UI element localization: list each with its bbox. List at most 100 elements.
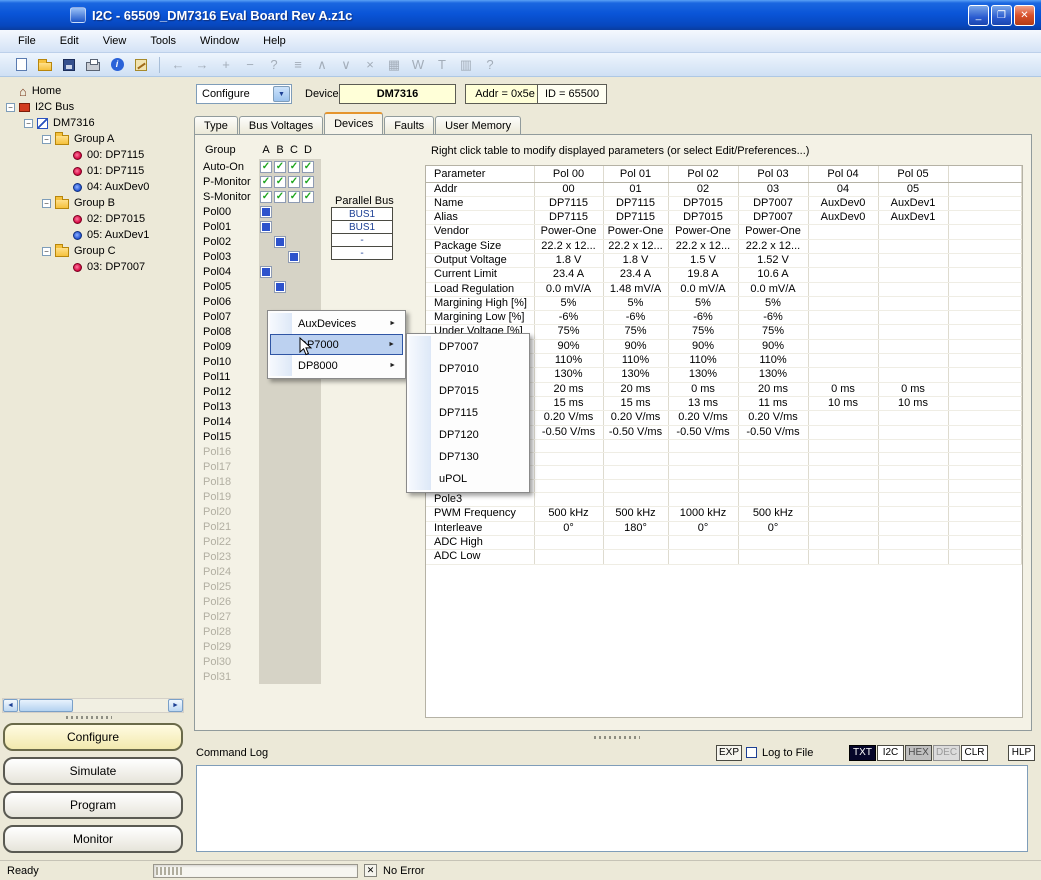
checkbox-checked[interactable]: ✓ <box>288 176 300 188</box>
log-splitter-handle[interactable] <box>594 736 640 739</box>
remove-item-button[interactable]: − <box>239 55 261 75</box>
bus-empty-cell[interactable] <box>301 295 315 309</box>
bus-empty-cell[interactable] <box>287 505 301 519</box>
context-menu-item-dp8000[interactable]: DP8000► <box>270 355 403 376</box>
parallel-bus-slot[interactable]: - <box>331 246 393 260</box>
bus-empty-cell[interactable] <box>273 655 287 669</box>
table-row[interactable]: AliasDP7115DP7115DP7015DP7007AuxDev0AuxD… <box>426 211 1022 225</box>
bus-empty-cell[interactable] <box>259 505 273 519</box>
menu-item-help[interactable]: Help <box>251 32 298 50</box>
minimize-button[interactable]: _ <box>968 5 989 26</box>
table-row[interactable]: Pole3 <box>426 493 1022 507</box>
bus-assign-cell[interactable] <box>260 206 272 218</box>
bus-empty-cell[interactable] <box>273 295 287 309</box>
tree-item-dm7316[interactable]: −DM7316 <box>0 115 186 131</box>
bus-empty-cell[interactable] <box>273 580 287 594</box>
bus-empty-cell[interactable] <box>301 565 315 579</box>
grid-view-button[interactable]: ▦ <box>383 55 405 75</box>
query-button[interactable]: ? <box>263 55 285 75</box>
bus-empty-cell[interactable] <box>273 595 287 609</box>
bus-empty-cell[interactable] <box>259 640 273 654</box>
context-menu-item-auxdevices[interactable]: AuxDevices► <box>270 313 403 334</box>
bus-empty-cell[interactable] <box>273 505 287 519</box>
submenu-item-dp7130[interactable]: DP7130 <box>409 446 527 468</box>
bus-empty-cell[interactable] <box>301 220 315 234</box>
checkbox-checked[interactable]: ✓ <box>302 161 314 173</box>
bus-empty-cell[interactable] <box>273 250 287 264</box>
checkbox-checked[interactable]: ✓ <box>260 161 272 173</box>
bus-empty-cell[interactable] <box>259 295 273 309</box>
log-button-hlp[interactable]: HLP <box>1008 745 1035 761</box>
log-to-file-checkbox[interactable] <box>746 747 757 758</box>
table-row[interactable]: Load Regulation0.0 mV/A1.48 mV/A0.0 mV/A… <box>426 282 1022 296</box>
bus-empty-cell[interactable] <box>273 220 287 234</box>
tree-item-05-auxdev1[interactable]: 05: AuxDev1 <box>0 227 186 243</box>
tree-expand-icon[interactable]: − <box>42 135 51 144</box>
bus-empty-cell[interactable] <box>287 265 301 279</box>
tree-item-group-b[interactable]: −Group B <box>0 195 186 211</box>
table-row[interactable]: Package Size22.2 x 12...22.2 x 12...22.2… <box>426 239 1022 253</box>
log-button-hex[interactable]: HEX <box>905 745 932 761</box>
open-file-button[interactable] <box>34 55 56 75</box>
checkbox-checked[interactable]: ✓ <box>288 161 300 173</box>
bus-empty-cell[interactable] <box>301 475 315 489</box>
write-log-button[interactable] <box>130 55 152 75</box>
about-info-button[interactable]: i <box>106 55 128 75</box>
submenu-item-dp7007[interactable]: DP7007 <box>409 336 527 358</box>
log-button-clr[interactable]: CLR <box>961 745 988 761</box>
bus-empty-cell[interactable] <box>273 565 287 579</box>
submenu-item-dp7120[interactable]: DP7120 <box>409 424 527 446</box>
bus-empty-cell[interactable] <box>287 490 301 504</box>
bus-empty-cell[interactable] <box>273 550 287 564</box>
bus-empty-cell[interactable] <box>301 535 315 549</box>
table-view-button[interactable]: ▥ <box>455 55 477 75</box>
table-row[interactable]: Addr000102030405 <box>426 182 1022 196</box>
bus-empty-cell[interactable] <box>287 430 301 444</box>
bus-empty-cell[interactable] <box>287 655 301 669</box>
bus-empty-cell[interactable] <box>259 460 273 474</box>
bus-empty-cell[interactable] <box>287 640 301 654</box>
tree-item-03-dp7007[interactable]: 03: DP7007 <box>0 259 186 275</box>
bus-empty-cell[interactable] <box>273 610 287 624</box>
table-row[interactable]: ADC High <box>426 535 1022 549</box>
tree-item-02-dp7015[interactable]: 02: DP7015 <box>0 211 186 227</box>
bus-empty-cell[interactable] <box>287 625 301 639</box>
bus-empty-cell[interactable] <box>259 415 273 429</box>
checkbox-checked[interactable]: ✓ <box>302 191 314 203</box>
bus-empty-cell[interactable] <box>287 460 301 474</box>
checkbox-checked[interactable]: ✓ <box>274 161 286 173</box>
bus-empty-cell[interactable] <box>259 400 273 414</box>
bus-assign-cell[interactable] <box>274 281 286 293</box>
list-view-button[interactable]: ≡ <box>287 55 309 75</box>
bus-empty-cell[interactable] <box>301 400 315 414</box>
bus-empty-cell[interactable] <box>287 235 301 249</box>
checkbox-checked[interactable]: ✓ <box>274 191 286 203</box>
bus-empty-cell[interactable] <box>301 580 315 594</box>
chevron-down-icon[interactable]: ▼ <box>273 86 290 102</box>
bus-empty-cell[interactable] <box>259 445 273 459</box>
bus-empty-cell[interactable] <box>301 670 315 684</box>
bus-empty-cell[interactable] <box>259 535 273 549</box>
menu-item-view[interactable]: View <box>91 32 139 50</box>
submenu-item-dp7115[interactable]: DP7115 <box>409 402 527 424</box>
checkbox-checked[interactable]: ✓ <box>260 191 272 203</box>
bus-empty-cell[interactable] <box>259 250 273 264</box>
table-row[interactable]: Current Limit23.4 A23.4 A19.8 A10.6 A <box>426 268 1022 282</box>
monitor-nav-button[interactable]: Monitor <box>3 825 183 853</box>
tree-item-04-auxdev0[interactable]: 04: AuxDev0 <box>0 179 186 195</box>
simulate-nav-button[interactable]: Simulate <box>3 757 183 785</box>
trace-button[interactable]: T <box>431 55 453 75</box>
scroll-thumb[interactable] <box>19 699 73 712</box>
bus-empty-cell[interactable] <box>259 520 273 534</box>
bus-empty-cell[interactable] <box>259 550 273 564</box>
bus-assign-cell[interactable] <box>274 236 286 248</box>
tab-user-memory[interactable]: User Memory <box>435 116 521 134</box>
watch-button[interactable]: W <box>407 55 429 75</box>
tab-bus-voltages[interactable]: Bus Voltages <box>239 116 323 134</box>
tab-faults[interactable]: Faults <box>384 116 434 134</box>
bus-empty-cell[interactable] <box>301 265 315 279</box>
bus-empty-cell[interactable] <box>301 460 315 474</box>
parallel-bus-slot[interactable]: BUS1 <box>331 207 393 221</box>
bus-empty-cell[interactable] <box>259 565 273 579</box>
bus-assign-cell[interactable] <box>260 266 272 278</box>
